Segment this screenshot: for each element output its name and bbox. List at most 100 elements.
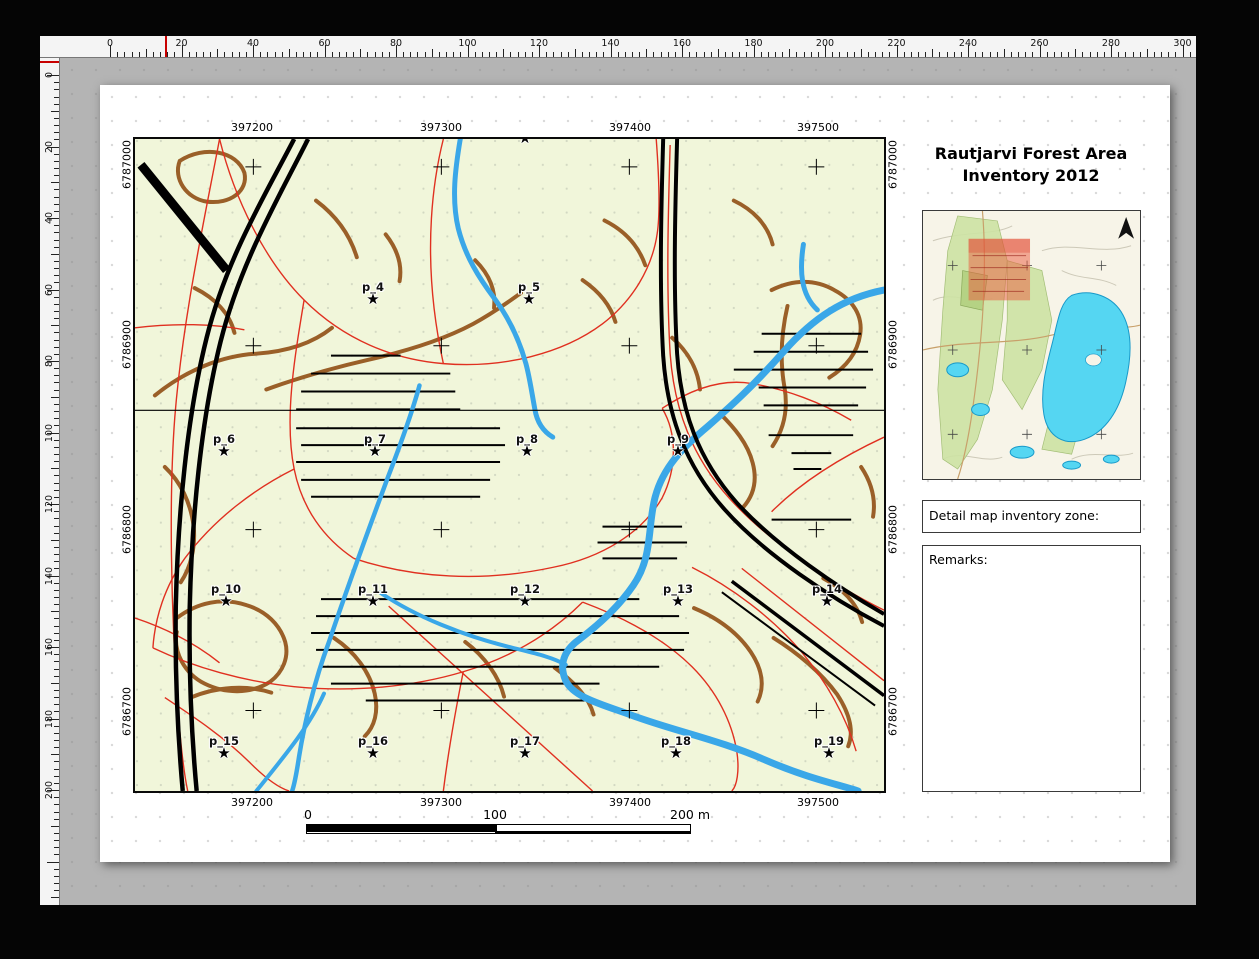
scale-bar[interactable]: 0 100 200 m xyxy=(306,807,692,841)
ruler-tick xyxy=(317,52,318,57)
ruler-tick xyxy=(346,52,347,57)
ruler-tick xyxy=(503,49,504,57)
sample-point-marker: ★ xyxy=(518,137,531,146)
sample-point-marker: p_19★ xyxy=(814,736,844,761)
scale-bar-label-0: 0 xyxy=(304,807,312,822)
layout-page: ★p_4★p_5★p_6★p_7★p_8★p_9★p_10★p_11★p_12★… xyxy=(100,85,1170,862)
ruler-number: 220 xyxy=(887,38,905,49)
star-marker-icon: ★ xyxy=(219,594,232,609)
star-marker-icon: ★ xyxy=(820,594,833,609)
sample-point-marker: p_9★ xyxy=(667,434,689,459)
star-marker-icon: ★ xyxy=(822,746,835,761)
grid-coordinate-label: 397400 xyxy=(609,121,651,134)
ruler-tick xyxy=(54,633,59,634)
ruler-tick xyxy=(575,49,576,57)
ruler-tick xyxy=(54,454,59,455)
ruler-tick xyxy=(54,697,59,698)
ruler-tick xyxy=(51,826,59,827)
ruler-tick xyxy=(51,683,59,684)
ruler-tick xyxy=(568,52,569,57)
scale-bar-graphic xyxy=(306,824,691,836)
grid-coordinate-label: 397200 xyxy=(231,796,273,809)
ruler-tick xyxy=(54,747,59,748)
ruler-tick xyxy=(339,52,340,57)
ruler-tick xyxy=(54,819,59,820)
star-marker-icon: ★ xyxy=(518,594,531,609)
star-marker-icon: ★ xyxy=(518,746,531,761)
ruler-tick xyxy=(196,52,197,57)
ruler-tick xyxy=(54,347,59,348)
ruler-tick xyxy=(1154,52,1155,57)
ruler-tick xyxy=(132,52,133,57)
ruler-tick xyxy=(861,49,862,57)
grid-coordinate-label: 6787000 xyxy=(121,135,134,195)
ruler-tick xyxy=(446,52,447,57)
ruler-tick xyxy=(453,52,454,57)
ruler-tick xyxy=(54,168,59,169)
ruler-tick xyxy=(1133,52,1134,57)
star-marker-icon: ★ xyxy=(366,292,379,307)
ruler-number: 0 xyxy=(107,38,113,49)
ruler-tick xyxy=(868,52,869,57)
vertical-ruler[interactable]: 020406080100120140160180200 xyxy=(40,58,60,905)
star-marker-icon: ★ xyxy=(669,746,682,761)
ruler-tick xyxy=(410,52,411,57)
ruler-tick xyxy=(54,876,59,877)
ruler-tick xyxy=(282,52,283,57)
star-marker-icon: ★ xyxy=(522,292,535,307)
ruler-tick xyxy=(54,475,59,476)
ruler-tick xyxy=(796,52,797,57)
ruler-tick xyxy=(875,52,876,57)
grid-coordinate-label: 397500 xyxy=(797,121,839,134)
ruler-tick xyxy=(54,82,59,83)
ruler-tick xyxy=(1032,52,1033,57)
ruler-tick xyxy=(54,690,59,691)
ruler-number: 240 xyxy=(959,38,977,49)
overview-map[interactable] xyxy=(922,210,1141,480)
ruler-number: 100 xyxy=(458,38,476,49)
scale-bar-segment xyxy=(306,831,496,834)
ruler-tick xyxy=(54,368,59,369)
map-title[interactable]: Rautjarvi Forest Area Inventory 2012 xyxy=(890,143,1172,186)
ruler-tick xyxy=(417,52,418,57)
ruler-tick xyxy=(146,49,147,57)
overview-map-canvas xyxy=(923,211,1140,479)
ruler-tick xyxy=(51,468,59,469)
ruler-tick xyxy=(367,52,368,57)
ruler-tick xyxy=(832,52,833,57)
ruler-tick xyxy=(1004,49,1005,57)
ruler-tick xyxy=(54,547,59,548)
ruler-number: 60 xyxy=(318,38,330,49)
sample-point-marker: p_13★ xyxy=(663,584,693,609)
ruler-tick xyxy=(54,654,59,655)
ruler-tick xyxy=(954,52,955,57)
ruler-tick xyxy=(160,52,161,57)
ruler-tick xyxy=(260,52,261,57)
ruler-tick xyxy=(546,52,547,57)
star-marker-icon: ★ xyxy=(520,444,533,459)
horizontal-ruler[interactable]: 0204060801001201401601802002202402602803… xyxy=(40,36,1196,58)
ruler-tick xyxy=(210,52,211,57)
ruler-tick xyxy=(639,52,640,57)
ruler-tick xyxy=(54,840,59,841)
sample-point-marker: p_4★ xyxy=(362,282,384,307)
ruler-tick xyxy=(54,390,59,391)
ruler-tick xyxy=(139,52,140,57)
ruler-tick xyxy=(839,52,840,57)
remarks-box[interactable]: Remarks: xyxy=(922,545,1141,792)
ruler-tick xyxy=(51,540,59,541)
map-frame[interactable]: ★p_4★p_5★p_6★p_7★p_8★p_9★p_10★p_11★p_12★… xyxy=(133,137,886,793)
ruler-cursor-indicator xyxy=(40,61,59,63)
ruler-number: 40 xyxy=(247,38,259,49)
scale-bar-label-100: 100 xyxy=(483,807,507,822)
ruler-tick xyxy=(296,52,297,57)
ruler-number: 200 xyxy=(816,38,834,49)
ruler-tick xyxy=(975,52,976,57)
ruler-tick xyxy=(54,490,59,491)
ruler-tick xyxy=(982,52,983,57)
detail-zone-box[interactable]: Detail map inventory zone: xyxy=(922,500,1141,533)
ruler-tick xyxy=(1025,52,1026,57)
ruler-tick xyxy=(661,52,662,57)
ruler-tick xyxy=(189,52,190,57)
scale-bar-label-200: 200 m xyxy=(670,807,710,822)
